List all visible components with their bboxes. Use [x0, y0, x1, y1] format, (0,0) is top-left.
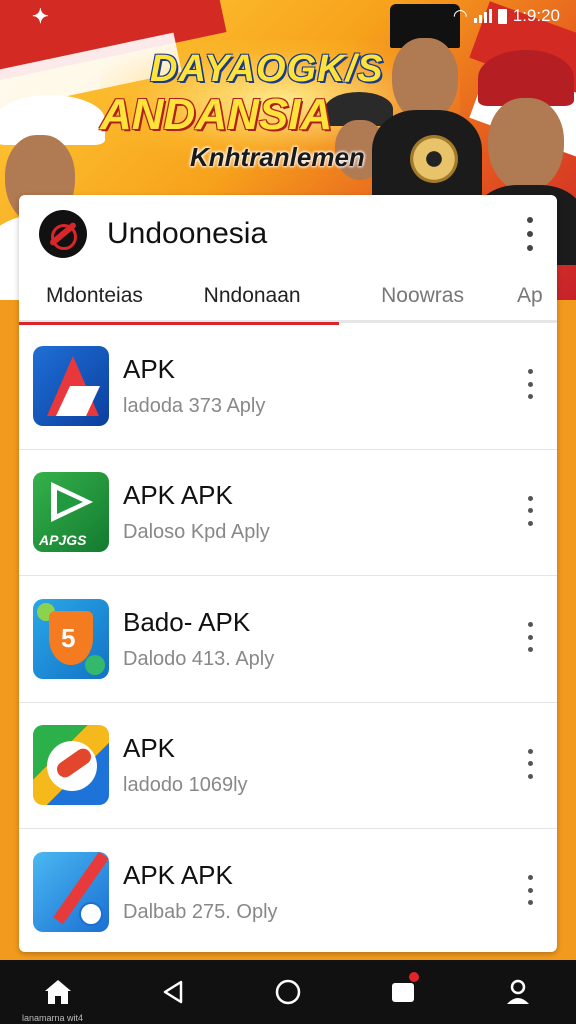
- nav-caption: lanamarna wit4: [22, 1013, 84, 1023]
- tab-label: Ap: [517, 284, 543, 307]
- app-meta: Dalbab 275. Oply: [123, 901, 278, 924]
- tab-label: Nndonaan: [203, 284, 301, 307]
- list-item[interactable]: APJGS APK APK Daloso Kpd Aply: [19, 450, 557, 576]
- notification-icon: ✦: [32, 5, 49, 28]
- app-name: Bado- APK: [123, 606, 251, 637]
- app-name: APK APK: [123, 480, 233, 511]
- recents-icon: [392, 983, 415, 1002]
- back-button[interactable]: [145, 964, 201, 1020]
- banner-title-line2: ANDANSIA: [100, 90, 333, 139]
- icon-label: APJGS: [39, 532, 87, 549]
- tab-noowras[interactable]: Noowras: [339, 273, 497, 319]
- app-list-card: Undoonesia Mdonteias Nndonaan Noowras Ap…: [19, 195, 557, 952]
- blue-slash-icon: [33, 852, 109, 933]
- list-item[interactable]: APK ladodo 1069ly: [19, 703, 557, 829]
- list-item[interactable]: 5 Bado- APK Dalodo 413. Aply: [19, 576, 557, 703]
- notification-badge: [409, 972, 420, 982]
- more-options-icon[interactable]: [525, 495, 535, 526]
- app-meta: Daloso Kpd Aply: [123, 521, 270, 544]
- app-name: APK APK: [123, 860, 233, 891]
- green-play-icon: APJGS: [33, 472, 109, 553]
- recents-button[interactable]: [375, 964, 431, 1020]
- signal-icon: [473, 9, 492, 23]
- more-options-icon[interactable]: [525, 217, 535, 251]
- card-header: Undoonesia: [19, 195, 557, 273]
- more-options-icon[interactable]: [525, 369, 535, 399]
- list-item[interactable]: APK ladoda 373 Aply: [19, 323, 557, 450]
- home-icon: [44, 980, 71, 1004]
- status-time: 1:9:20: [512, 6, 560, 25]
- home-button[interactable]: [30, 964, 86, 1020]
- app-meta: ladoda 373 Aply: [123, 394, 266, 417]
- red-a-logo-icon: [33, 345, 109, 426]
- app-meta: ladodo 1069ly: [123, 774, 248, 797]
- tab-label: Mdonteias: [46, 284, 143, 307]
- battery-icon: [497, 8, 507, 24]
- app-name: APK: [123, 353, 176, 384]
- tab-label: Noowras: [381, 284, 464, 307]
- profile-button[interactable]: [490, 964, 546, 1020]
- app-title: Undoonesia: [107, 217, 268, 250]
- tab-mdonteias[interactable]: Mdonteias: [19, 273, 172, 325]
- app-logo-icon: [39, 210, 87, 258]
- banner-title-line1: DAYAOGK/S: [150, 48, 384, 90]
- status-bar: ✦ ◠ 1:9:20: [0, 0, 576, 32]
- back-triangle-icon: [163, 980, 183, 1004]
- app-list: APK ladoda 373 Aply APJGS APK APK Daloso…: [19, 323, 557, 952]
- user-icon: [507, 979, 530, 1004]
- circle-icon: [275, 979, 301, 1005]
- bottom-navbar: lanamarna wit4: [0, 960, 576, 1024]
- home-circle-button[interactable]: [260, 964, 316, 1020]
- more-options-icon[interactable]: [525, 875, 535, 905]
- compass-icon: [33, 725, 109, 806]
- tab-bar: Mdonteias Nndonaan Noowras Ap: [19, 273, 557, 325]
- list-item[interactable]: APK APK Dalbab 275. Oply: [19, 829, 557, 952]
- more-options-icon[interactable]: [525, 622, 535, 652]
- app-meta: Dalodo 413. Aply: [123, 647, 275, 670]
- orange-shield-icon: 5: [33, 598, 109, 679]
- tab-ap[interactable]: Ap: [497, 273, 557, 319]
- wifi-icon: ◠: [452, 6, 468, 25]
- medal-emblem-icon: [410, 135, 458, 183]
- more-options-icon[interactable]: [525, 748, 535, 779]
- banner-subtitle: Knhtranlemen: [190, 142, 365, 172]
- app-name: APK: [123, 733, 176, 764]
- tab-nndonaan[interactable]: Nndonaan: [171, 273, 340, 325]
